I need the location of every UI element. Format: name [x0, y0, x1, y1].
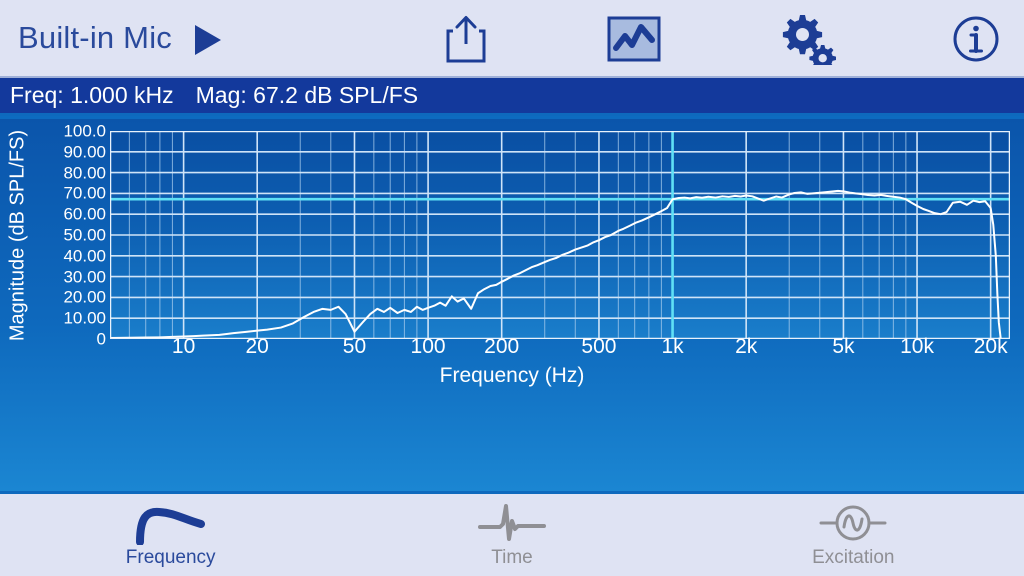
- info-circle-icon: [953, 16, 999, 62]
- y-tick-label: 100.0: [63, 121, 106, 141]
- x-tick-label: 10k: [900, 335, 934, 358]
- frequency-analyzer-app: Built-in Mic Freq: 1.000 kHz Mag: 67.2 d…: [0, 0, 1024, 576]
- x-tick-label: 10: [171, 335, 196, 358]
- readout-freq: Freq: 1.000 kHz: [10, 82, 174, 108]
- tab-frequency-label: Frequency: [125, 547, 216, 568]
- share-button[interactable]: [430, 8, 502, 70]
- x-tick-label: 5k: [832, 335, 855, 358]
- x-tick-label: 2k: [735, 335, 758, 358]
- readout-mag: Mag: 67.2 dB SPL/FS: [195, 82, 419, 108]
- y-axis-title: Magnitude (dB SPL/FS): [6, 129, 29, 342]
- tab-excitation-label: Excitation: [812, 547, 895, 568]
- audio-source-label[interactable]: Built-in Mic: [18, 20, 172, 56]
- x-tick-label: 1k: [661, 335, 684, 358]
- ac-source-icon: [813, 501, 893, 545]
- gears-icon: [782, 15, 836, 65]
- impulse-icon: [472, 501, 552, 545]
- x-axis-title: Frequency (Hz): [439, 364, 585, 387]
- frequency-curve-icon: [131, 501, 211, 545]
- tab-time[interactable]: Time: [341, 494, 682, 576]
- settings-button[interactable]: [772, 8, 844, 70]
- info-button[interactable]: [940, 8, 1012, 70]
- y-tick-label: 20.00: [63, 287, 106, 307]
- tab-excitation[interactable]: Excitation: [683, 494, 1024, 576]
- y-tick-label: 10.00: [63, 308, 106, 328]
- y-tick-label: 30.00: [63, 267, 106, 287]
- magnitude-plot[interactable]: [110, 131, 1010, 339]
- x-tick-label: 20: [245, 335, 269, 358]
- play-triangle-icon[interactable]: [195, 25, 221, 55]
- x-tick-label: 200: [484, 335, 520, 358]
- share-icon: [446, 16, 486, 63]
- x-tick-label: 50: [342, 335, 367, 358]
- tab-frequency[interactable]: Frequency: [0, 494, 341, 576]
- x-tick-label: 100: [410, 335, 446, 358]
- tab-time-label: Time: [491, 547, 533, 568]
- x-tick-label: 500: [581, 335, 617, 358]
- top-toolbar: Built-in Mic: [0, 0, 1024, 78]
- y-tick-label: 40.00: [63, 246, 106, 266]
- y-tick-label: 60.00: [63, 204, 106, 224]
- x-axis-tick-labels: 10 20 50 100 200 500 1k 2k 5k 10k 20k: [0, 335, 1024, 361]
- y-tick-label: 70.00: [63, 183, 106, 203]
- cursor-readout-bar: Freq: 1.000 kHz Mag: 67.2 dB SPL/FS: [0, 78, 1024, 116]
- y-tick-label: 90.00: [63, 142, 106, 162]
- chart-button[interactable]: [598, 8, 670, 70]
- plot-panel[interactable]: Magnitude (dB SPL/FS) 0 10.00 20.00 30.00 40…: [0, 119, 1024, 576]
- x-tick-label: 20k: [973, 335, 1008, 358]
- chart-icon: [607, 16, 661, 62]
- y-axis-tick-labels: 0 10.00 20.00 30.00 40.00 50.00 60.00 70.00 80.0…: [28, 123, 106, 348]
- y-tick-label: 80.00: [63, 163, 106, 183]
- y-tick-label: 50.00: [63, 225, 106, 245]
- bottom-tab-bar: Frequency Time Excitation: [0, 491, 1024, 576]
